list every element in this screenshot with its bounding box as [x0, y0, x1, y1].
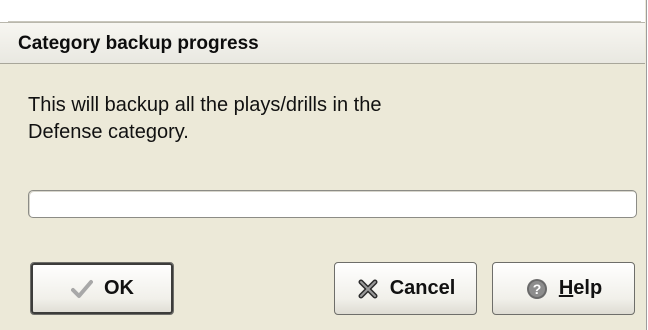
window-top-edge: [0, 0, 645, 22]
help-icon: ?: [525, 277, 549, 301]
dialog-message: This will backup all the plays/drills in…: [28, 94, 382, 143]
dialog-title: Category backup progress: [18, 33, 259, 54]
backup-progress-dialog: Category backup progress This will backu…: [0, 0, 647, 330]
ok-button-label: OK: [104, 277, 134, 299]
help-button-label: Help: [558, 277, 603, 299]
cancel-button-label: Cancel: [389, 277, 456, 299]
help-button[interactable]: ? Help: [492, 262, 635, 315]
checkmark-icon: [70, 277, 94, 301]
ok-button[interactable]: OK: [30, 262, 174, 315]
cross-icon: [356, 277, 380, 301]
cancel-button[interactable]: Cancel: [334, 262, 477, 315]
title-bar[interactable]: Category backup progress: [0, 22, 645, 64]
backup-progress-bar: [28, 190, 637, 218]
svg-text:?: ?: [533, 281, 542, 297]
